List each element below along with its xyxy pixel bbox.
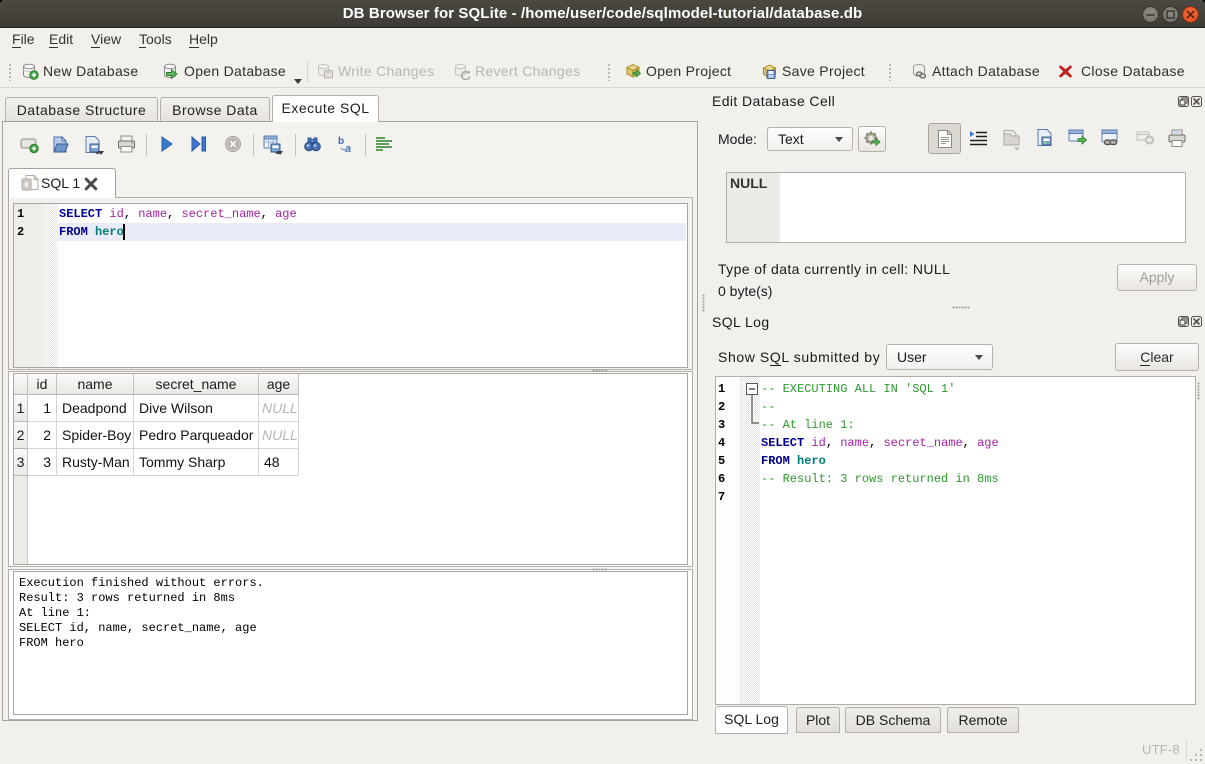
- svg-text:b: b: [338, 136, 344, 147]
